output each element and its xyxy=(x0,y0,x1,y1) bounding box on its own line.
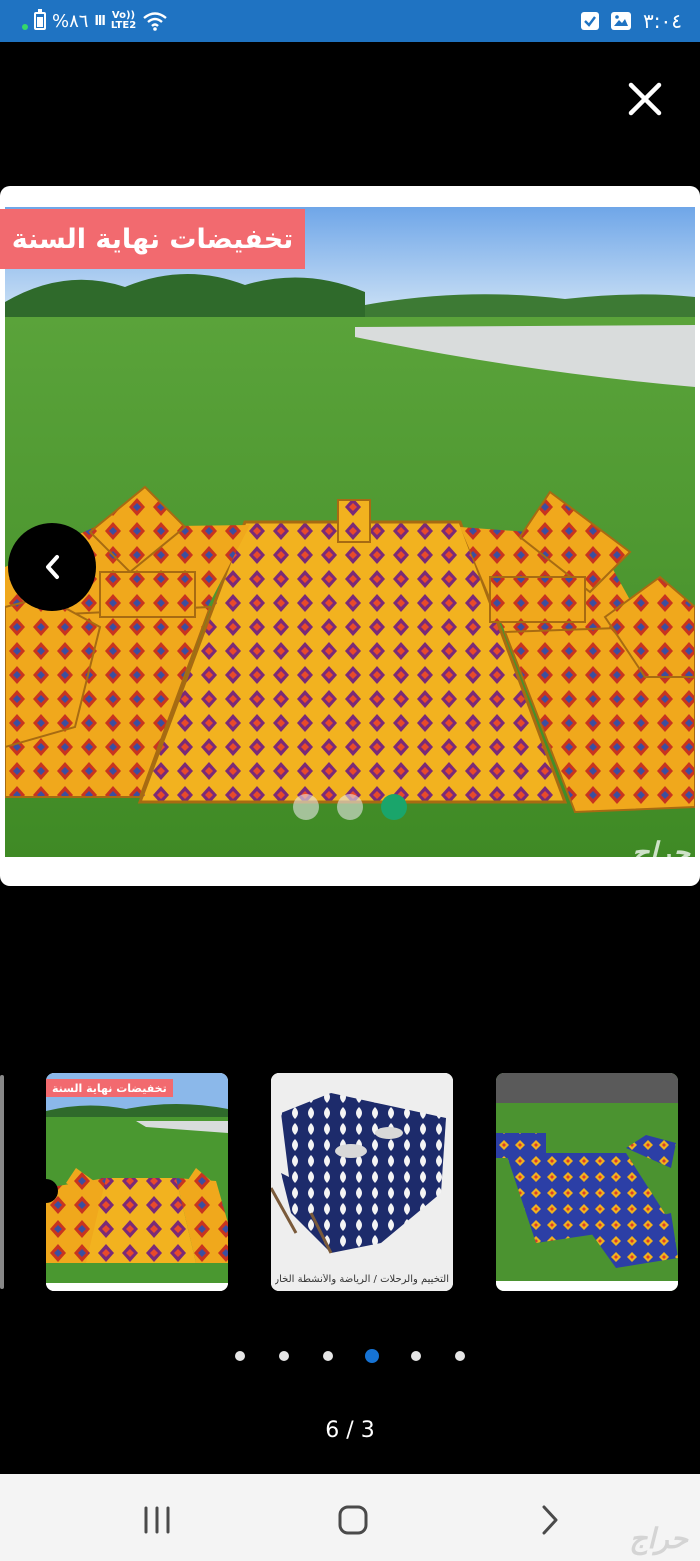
home-icon[interactable] xyxy=(333,1500,373,1540)
thumbnail-2[interactable]: التخييم والرحلات / الرياضة والأنشطة الخا… xyxy=(271,1073,453,1291)
network-label: Vo)) LTE2 xyxy=(110,10,137,31)
thumbnail-1-image xyxy=(46,1073,228,1291)
page-dot-5[interactable] xyxy=(411,1351,421,1361)
sale-banner: تخفيضات نهاية السنة xyxy=(0,209,305,269)
image-dot-1[interactable] xyxy=(293,794,319,820)
battery-percent: %٨٦ xyxy=(52,10,89,32)
close-icon xyxy=(628,82,662,116)
page-dot-4-active[interactable] xyxy=(365,1349,379,1363)
status-right-group: ٣:٠٤ xyxy=(581,8,682,34)
thumbnail-2-image xyxy=(271,1073,453,1291)
haraj-watermark-bottom: حراج xyxy=(629,1522,688,1555)
gallery-notification-icon xyxy=(611,12,632,30)
close-button[interactable] xyxy=(622,76,668,122)
thumbnail-2-caption: التخييم والرحلات / الرياضة والأنشطة الخا… xyxy=(275,1274,449,1285)
thumbnail-1[interactable]: تخفيضات نهاية السنة xyxy=(46,1073,228,1291)
clock: ٣:٠٤ xyxy=(643,9,682,33)
previous-image-button[interactable] xyxy=(8,523,96,611)
page-counter: 6 / 3 xyxy=(325,1418,375,1443)
thumbnail-3-image xyxy=(496,1073,678,1291)
page-dot-3[interactable] xyxy=(323,1351,333,1361)
image-dot-3-active[interactable] xyxy=(381,794,407,820)
checkbox-notification-icon xyxy=(581,12,600,30)
thumbnail-partial-left[interactable] xyxy=(0,1075,4,1289)
chevron-left-icon xyxy=(46,555,59,579)
page-dot-6[interactable] xyxy=(455,1351,465,1361)
wifi-icon xyxy=(143,12,167,31)
page-dot-1[interactable] xyxy=(235,1351,245,1361)
battery-icon xyxy=(34,9,46,30)
status-left-group: %٨٦ lll Vo)) LTE2 xyxy=(22,8,168,34)
status-bar: %٨٦ lll Vo)) LTE2 ٣:٠٤ xyxy=(0,0,700,42)
recents-icon[interactable] xyxy=(137,1500,177,1540)
signal-icon: lll xyxy=(94,13,105,29)
haraj-watermark: حراج xyxy=(631,836,690,869)
thumbnail-3[interactable] xyxy=(496,1073,678,1291)
thumbnail-1-banner: تخفيضات نهاية السنة xyxy=(46,1079,173,1097)
main-product-image[interactable] xyxy=(5,207,695,857)
image-dot-2[interactable] xyxy=(337,794,363,820)
page-dot-2[interactable] xyxy=(279,1351,289,1361)
notification-dot xyxy=(22,24,28,30)
